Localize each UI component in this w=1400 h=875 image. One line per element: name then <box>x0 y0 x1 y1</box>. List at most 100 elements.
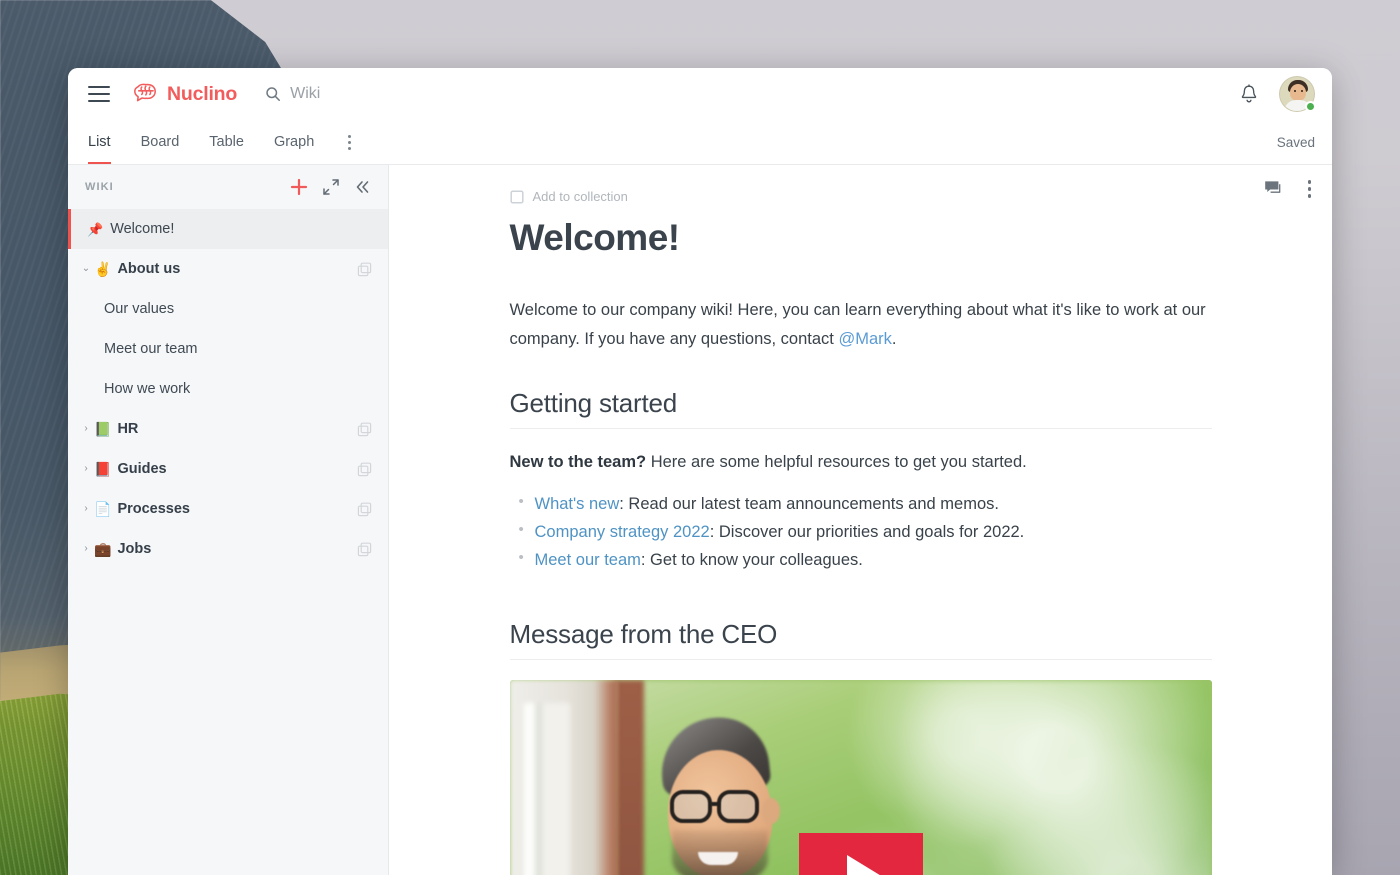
lead-bold: New to the team? <box>509 453 647 472</box>
ceo-video-embed[interactable] <box>509 679 1212 875</box>
sidebar: WIKI 📌 Welcome! ⌄ ✌️ About us Our values… <box>68 165 389 875</box>
collection-square-icon <box>509 189 524 204</box>
intro-paragraph: Welcome to our company wiki! Here, you c… <box>510 296 1212 355</box>
video-brick-wall <box>615 679 644 875</box>
cluster-emoji-icon: ✌️ <box>94 261 112 277</box>
video-person-ear <box>761 797 780 824</box>
app-topbar: Nuclino Wiki <box>68 68 1332 120</box>
list-item: What's new: Read our latest team announc… <box>510 489 1212 518</box>
cluster-emoji-icon: 📕 <box>94 461 112 477</box>
sidebar-item-hr[interactable]: › 📗 HR <box>68 409 388 449</box>
chevron-right-icon[interactable]: › <box>78 544 94 554</box>
sidebar-item-label: Guides <box>117 461 167 477</box>
document-more-kebab-icon[interactable] <box>1305 177 1315 201</box>
chevron-right-icon[interactable]: › <box>78 424 94 434</box>
sidebar-item-label: Our values <box>104 301 175 317</box>
collapse-sidebar-button[interactable] <box>352 177 372 197</box>
page-title: Welcome! <box>509 217 681 258</box>
video-person-smile <box>697 851 738 865</box>
chevron-right-icon[interactable]: › <box>78 464 94 474</box>
add-to-collection-label: Add to collection <box>532 189 628 204</box>
list-item-description: : Read our latest team announcements and… <box>619 494 999 513</box>
save-status-label: Saved <box>1276 134 1315 150</box>
expand-all-button[interactable] <box>321 177 352 197</box>
doc-link[interactable]: What's new <box>535 495 620 513</box>
app-body: WIKI 📌 Welcome! ⌄ ✌️ About us Our values… <box>68 165 1332 875</box>
doc-link[interactable]: Company strategy 2022 <box>535 523 710 541</box>
sidebar-item-label: About us <box>117 261 181 277</box>
add-to-collection-button[interactable]: Add to collection <box>509 189 628 204</box>
video-white-wall <box>509 679 618 875</box>
mention-mark[interactable]: @Mark <box>838 330 891 348</box>
resource-bullet-list: What's new: Read our latest team announc… <box>510 489 1212 575</box>
video-person-glasses-bridge <box>710 801 720 806</box>
intro-text-after: . <box>891 329 897 348</box>
cluster-emoji-icon: 💼 <box>94 541 112 557</box>
sidebar-item-label: Meet our team <box>104 341 198 357</box>
pin-icon: 📌 <box>87 221 104 237</box>
search-icon <box>266 87 281 101</box>
sidebar-item-about-us[interactable]: ⌄ ✌️ About us <box>68 249 388 289</box>
document-toolbar <box>1264 177 1315 201</box>
sidebar-header: WIKI <box>68 165 388 209</box>
tabs-more-kebab-icon[interactable] <box>344 129 355 156</box>
document: Add to collection Welcome! Welcome to ou… <box>509 165 1212 875</box>
search-value: Wiki <box>290 85 321 102</box>
duplicate-icon[interactable] <box>357 262 372 277</box>
brand-name: Nuclino <box>167 82 238 105</box>
sidebar-item-processes[interactable]: › 📄 Processes <box>68 489 388 529</box>
nuclino-brain-logo-icon <box>134 83 156 102</box>
sidebar-item-label: Welcome! <box>110 221 175 237</box>
sidebar-item-list: 📌 Welcome! ⌄ ✌️ About us Our values Meet our t… <box>68 209 388 875</box>
heading-getting-started: Getting started <box>509 388 1212 430</box>
duplicate-icon[interactable] <box>357 422 372 437</box>
sidebar-item-label: Processes <box>117 501 190 517</box>
hamburger-menu-icon[interactable] <box>88 86 110 102</box>
double-chevron-left-icon <box>356 181 369 193</box>
sidebar-item-jobs[interactable]: › 💼 Jobs <box>68 529 388 569</box>
view-tabs-bar: List Board Table Graph Saved <box>68 120 1332 165</box>
plus-icon <box>290 178 308 196</box>
tab-board[interactable]: Board <box>141 121 180 164</box>
tab-graph[interactable]: Graph <box>274 121 314 164</box>
list-item-description: : Get to know your colleagues. <box>640 551 863 570</box>
avatar[interactable] <box>1279 76 1316 112</box>
sidebar-item-label: Jobs <box>117 541 152 557</box>
tab-table[interactable]: Table <box>209 121 244 164</box>
sidebar-item-guides[interactable]: › 📕 Guides <box>68 449 388 489</box>
list-item: Meet our team: Get to know your colleagu… <box>510 545 1212 574</box>
list-item-description: : Discover our priorities and goals for … <box>709 523 1025 542</box>
list-item: Company strategy 2022: Discover our prio… <box>510 517 1212 546</box>
comment-bubble-icon[interactable] <box>1264 180 1283 197</box>
chevron-right-icon[interactable]: › <box>78 504 94 514</box>
duplicate-icon[interactable] <box>357 462 372 477</box>
getting-started-lead: New to the team? Here are some helpful r… <box>510 449 1212 475</box>
search-input[interactable]: Wiki <box>265 85 320 103</box>
video-person-glasses-right <box>716 789 759 823</box>
sidebar-item-label: How we work <box>104 381 191 397</box>
doc-link[interactable]: Meet our team <box>535 551 641 569</box>
duplicate-icon[interactable] <box>357 502 372 517</box>
sidebar-title: WIKI <box>85 181 114 193</box>
bell-icon[interactable] <box>1239 83 1259 105</box>
add-item-button[interactable] <box>288 176 321 198</box>
brand-logo-link[interactable]: Nuclino <box>132 83 237 106</box>
cluster-emoji-icon: 📗 <box>94 421 112 437</box>
sidebar-item-our-values[interactable]: Our values <box>68 289 388 329</box>
sidebar-item-how-we-work[interactable]: How we work <box>68 369 388 409</box>
status-online-indicator <box>1305 101 1316 112</box>
tab-list[interactable]: List <box>88 121 111 164</box>
desktop-wallpaper: Nuclino Wiki List Board Table Graph Save… <box>0 0 1400 875</box>
expand-icon <box>323 179 339 195</box>
lead-rest: Here are some helpful resources to get y… <box>646 453 1027 472</box>
video-person-glasses-left <box>669 789 712 823</box>
sidebar-item-welcome[interactable]: 📌 Welcome! <box>68 209 388 249</box>
nuclino-app-window: Nuclino Wiki List Board Table Graph Save… <box>68 68 1332 875</box>
sidebar-item-label: HR <box>117 421 139 437</box>
chevron-down-icon[interactable]: ⌄ <box>78 264 94 274</box>
duplicate-icon[interactable] <box>357 542 372 557</box>
sidebar-item-meet-our-team[interactable]: Meet our team <box>68 329 388 369</box>
cluster-emoji-icon: 📄 <box>94 501 112 517</box>
document-content-area: Add to collection Welcome! Welcome to ou… <box>389 165 1332 875</box>
youtube-play-button-icon[interactable] <box>798 833 923 875</box>
